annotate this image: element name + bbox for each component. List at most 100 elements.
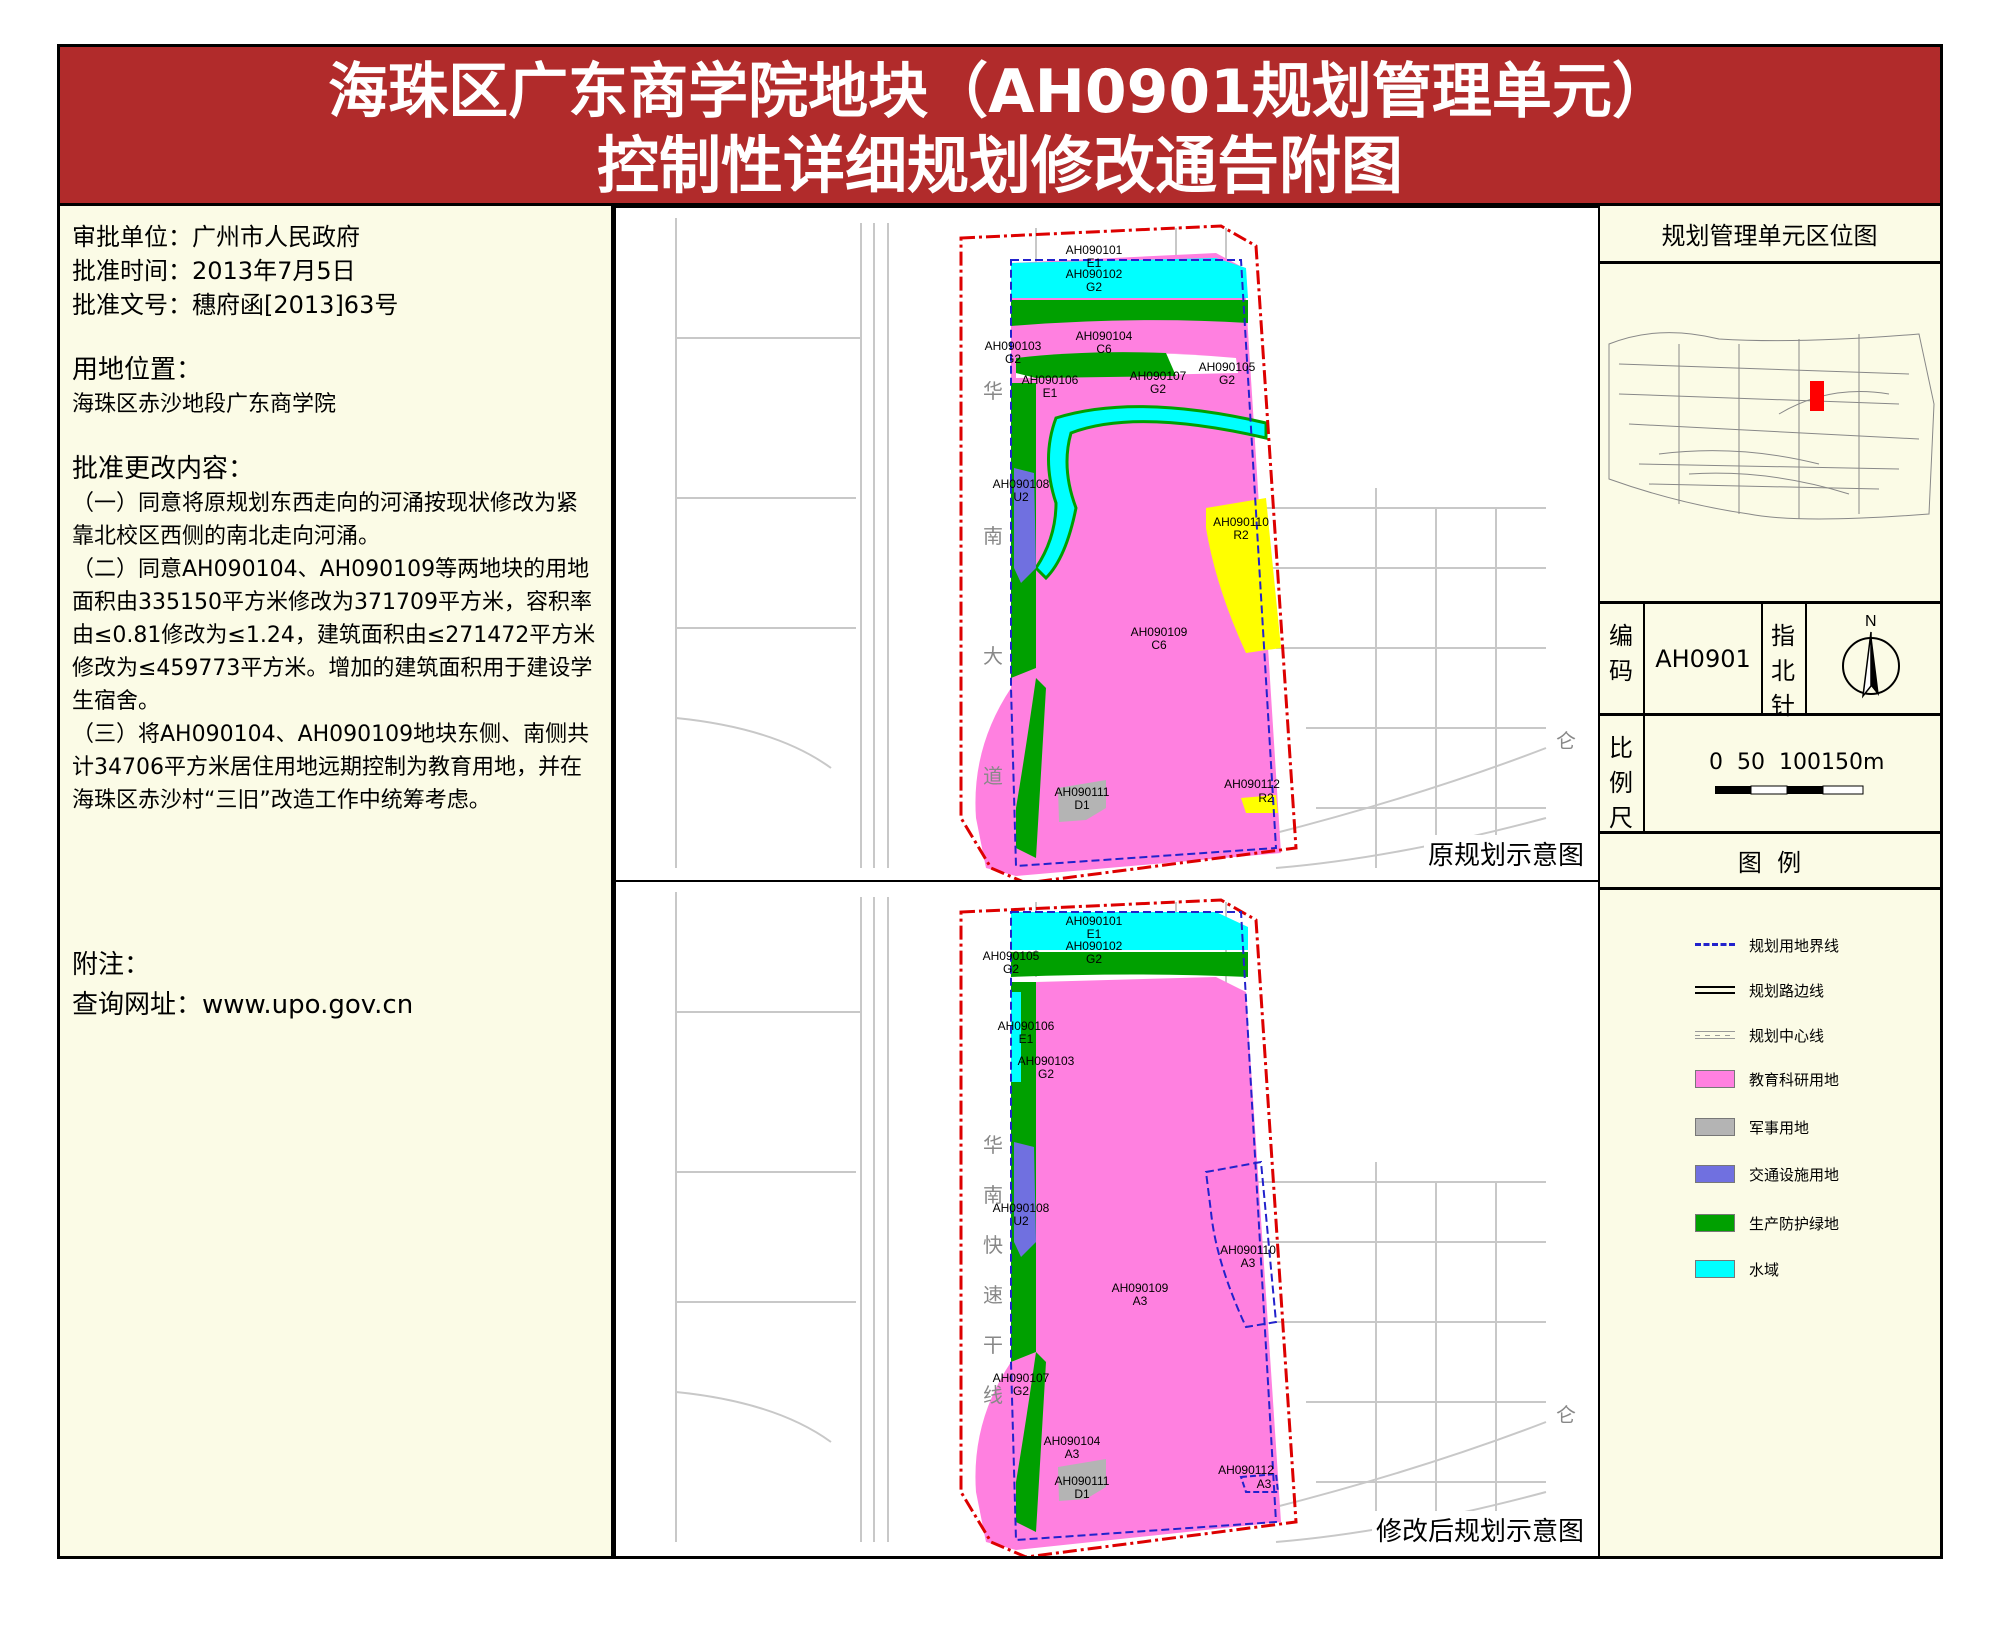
code-value: AH0901: [1645, 604, 1763, 713]
svg-text:G2: G2: [1038, 1067, 1054, 1081]
svg-text:G2: G2: [1005, 352, 1021, 366]
legend-item: 规划用地界线: [1695, 934, 1839, 956]
svg-text:AH090112: AH090112: [1224, 777, 1280, 791]
svg-text:AH090106: AH090106: [1022, 373, 1079, 387]
legend-label: 生产防护绿地: [1749, 1214, 1840, 1233]
modified-map-caption: 修改后规划示意图: [1371, 1511, 1588, 1548]
svg-text:AH090110: AH090110: [1213, 515, 1269, 529]
svg-text:A3: A3: [1133, 1294, 1148, 1308]
title-banner: 海珠区广东商学院地块（AH0901规划管理单元） 控制性详细规划修改通告附图: [57, 44, 1943, 206]
legend-item: 教育科研用地: [1695, 1068, 1839, 1090]
legend-item: 规划中心线: [1695, 1024, 1824, 1046]
svg-text:AH090103: AH090103: [1018, 1054, 1075, 1068]
approval-doc: 批准文号：穗府函[2013]63号: [72, 291, 399, 319]
svg-text:AH090105: AH090105: [983, 949, 1040, 963]
location-map: [1599, 264, 1940, 604]
query-url: 查询网址：www.upo.gov.cn: [72, 990, 414, 1020]
info-panel: 审批单位：广州市人民政府 批准时间：2013年7月5日 批准文号：穗府函[201…: [60, 206, 614, 1556]
svg-text:G2: G2: [1013, 1384, 1029, 1398]
legend-swatch: [1695, 986, 1735, 994]
svg-text:AH090105: AH090105: [1199, 360, 1256, 374]
scale-row: 比例尺 0 50 100150m: [1599, 716, 1940, 834]
svg-text:C6: C6: [1096, 342, 1112, 356]
svg-text:AH090109: AH090109: [1131, 625, 1188, 639]
unit-location-marker: [1810, 381, 1824, 411]
title-line-2: 控制性详细规划修改通告附图: [596, 129, 1403, 202]
road-char: 道: [983, 765, 1003, 788]
legend-item: 生产防护绿地: [1695, 1212, 1839, 1234]
legend-item: 交通设施用地: [1695, 1163, 1839, 1185]
legend-item: 水域: [1695, 1258, 1779, 1280]
legend-title: 图 例: [1599, 834, 1940, 890]
scale-bar: [1715, 785, 1864, 795]
legend: 规划用地界线 规划路边线规划中心线教育科研用地 军事用地交通设施用地生产防护绿地 水域: [1599, 890, 1940, 1550]
title-line-1: 海珠区广东商学院地块（AH0901规划管理单元）: [328, 57, 1672, 127]
svg-text:AH090107: AH090107: [1130, 369, 1187, 383]
svg-text:A3: A3: [1065, 1447, 1080, 1461]
north-arrow: N: [1807, 604, 1940, 713]
north-arrow-icon: N: [1842, 613, 1900, 699]
change-1: （一）同意将原规划东西走向的河涌按现状修改为紧靠北校区西侧的南北走向河涌。: [72, 491, 579, 549]
road-char: 南: [983, 1184, 1003, 1207]
svg-text:AH090104: AH090104: [1076, 329, 1133, 343]
code-compass-row: 编码 AH0901 指北针 N: [1599, 604, 1940, 720]
road-char: 仑: [1556, 1404, 1576, 1427]
north-letter: N: [1865, 613, 1877, 630]
legend-swatch: [1695, 943, 1735, 947]
svg-text:AH090102: AH090102: [1066, 939, 1123, 953]
svg-text:AH090109: AH090109: [1112, 1281, 1169, 1295]
road-char: 速: [983, 1284, 1003, 1307]
location-text: 海珠区赤沙地段广东商学院: [72, 392, 337, 417]
legend-item: 军事用地: [1695, 1116, 1809, 1138]
legend-swatch: [1695, 1214, 1735, 1232]
svg-text:G2: G2: [1003, 962, 1019, 976]
legend-label: 水域: [1749, 1260, 1780, 1279]
svg-text:AH090101: AH090101: [1066, 914, 1123, 928]
road-char: 线: [983, 1384, 1003, 1407]
legend-swatch: [1695, 1118, 1735, 1136]
legend-label: 规划中心线: [1749, 1026, 1825, 1045]
note-heading: 附注：: [72, 950, 151, 980]
scale-label: 比例尺: [1599, 716, 1645, 832]
legend-swatch: [1695, 1031, 1735, 1039]
original-plan-svg: AH090101E1 AH090102G2 AH090103G2 AH09010…: [675, 218, 1576, 880]
modified-plan-map: AH090101 E1 AH090102 G2 AH090105 G2 AH09010…: [614, 880, 1600, 1558]
location-map-svg: [1608, 332, 1935, 520]
right-panel: 规划管理单元区位图 编码 AH0901 指北针 N 比例尺 0 50 10015…: [1599, 206, 1940, 1556]
legend-label: 教育科研用地: [1749, 1070, 1840, 1089]
svg-text:G2: G2: [1219, 373, 1235, 387]
svg-text:AH090103: AH090103: [985, 339, 1042, 353]
svg-text:AH090111: AH090111: [1055, 1474, 1110, 1488]
road-char: 干: [983, 1335, 1003, 1357]
road-char: 仑: [1556, 730, 1576, 753]
svg-text:U2: U2: [1013, 1214, 1029, 1228]
road-char: 快: [983, 1234, 1003, 1257]
svg-text:C6: C6: [1151, 638, 1167, 652]
svg-text:G2: G2: [1086, 280, 1102, 294]
legend-label: 规划用地界线: [1749, 936, 1840, 955]
svg-text:E1: E1: [1019, 1032, 1034, 1046]
location-map-title: 规划管理单元区位图: [1599, 206, 1940, 264]
svg-text:G2: G2: [1150, 382, 1166, 396]
road-char: 大: [983, 645, 1003, 668]
svg-text:AH090110: AH090110: [1220, 1243, 1276, 1257]
svg-text:E1: E1: [1043, 386, 1058, 400]
road-char: 华: [983, 380, 1003, 403]
svg-text:AH090106: AH090106: [998, 1019, 1055, 1033]
scale-text: 0 50 100150m: [1709, 750, 1885, 775]
svg-text:AH090111: AH090111: [1055, 785, 1110, 799]
legend-label: 军事用地: [1749, 1118, 1810, 1137]
road-char: 南: [983, 525, 1003, 548]
svg-text:AH090112: AH090112: [1218, 1463, 1274, 1477]
modified-plan-svg: AH090101E1 AH090102G2 AH090105G2 AH09010…: [675, 892, 1576, 1556]
svg-text:AH090104: AH090104: [1044, 1434, 1101, 1448]
parcel-label-original: AH090101: [1066, 243, 1123, 257]
svg-text:D1: D1: [1074, 1487, 1090, 1501]
svg-text:G2: G2: [1086, 952, 1102, 966]
svg-text:R2: R2: [1258, 791, 1274, 805]
legend-label: 规划路边线: [1749, 981, 1825, 1000]
svg-text:AH090108: AH090108: [993, 477, 1050, 491]
svg-text:D1: D1: [1074, 798, 1090, 812]
change-2: （二）同意AH090104、AH090109等两地块的用地面积由335150平方…: [72, 557, 596, 714]
change-3: （三）将AH090104、AH090109地块东侧、南侧共计34706平方米居住…: [72, 722, 590, 813]
